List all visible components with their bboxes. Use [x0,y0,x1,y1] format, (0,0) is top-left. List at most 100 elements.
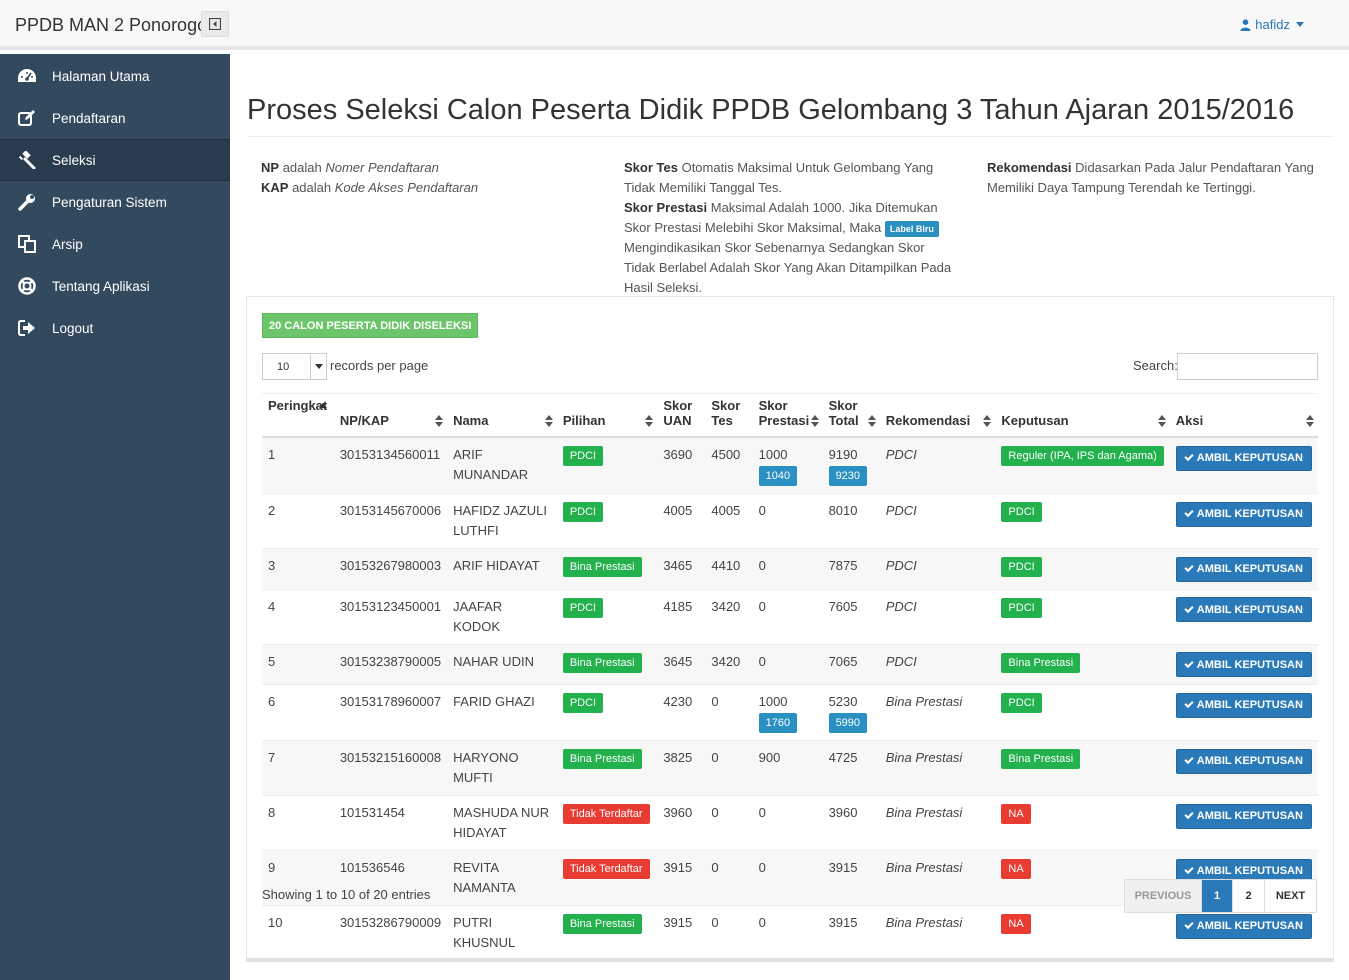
cell-pilihan: Tidak Terdaftar [556,850,658,906]
tes-value: 0 [711,915,719,930]
search-label: Search: [1133,358,1178,373]
check-icon [1184,658,1194,668]
tes-value: 0 [711,750,719,765]
th-aksi[interactable]: Aksi [1169,393,1318,438]
th-peringkat[interactable]: Peringkat [262,393,334,438]
header-label: Rekomendasi [885,413,971,428]
th-nama[interactable]: Nama [447,393,557,438]
sidebar-item-label: Tentang Aplikasi [52,278,150,294]
th-keputusan[interactable]: Keputusan [995,393,1170,438]
cell-keputusan: NA [995,905,1170,960]
cell-skor-prestasi: 0 [752,905,823,960]
sidebar-item-pendaftaran[interactable]: Pendaftaran [0,97,230,139]
cell-peringkat: 7 [262,740,334,796]
cell-nama: MASHUDA NUR HIDAYAT [447,795,557,851]
table-header-row: Peringkat NP/KAP Nama Pilihan Skor UAN Sk… [262,393,1318,438]
cell-nama: REVITA NAMANTA [447,850,557,906]
ambil-keputusan-button[interactable]: AMBIL KEPUTUSAN [1175,913,1312,939]
caret-down-icon [314,364,323,369]
cell-pilihan: Bina Prestasi [556,740,658,796]
sidebar-item-logout[interactable]: Logout [0,307,230,349]
pilihan-badge: PDCI [562,693,604,713]
cell-nama: JAAFAR KODOK [447,588,557,644]
cell-skor-prestasi: 0 [752,588,823,644]
sidebar-item-label: Seleksi [52,152,96,168]
sort-icon [1306,415,1315,427]
cell-nama: FARID GHAZI [447,684,557,741]
np-value: 30153267980003 [339,558,442,573]
th-skor-total[interactable]: Skor Total [822,393,880,438]
cell-pilihan: PDCI [556,684,658,741]
ambil-keputusan-button[interactable]: AMBIL KEPUTUSAN [1175,501,1312,527]
ambil-keputusan-button[interactable]: AMBIL KEPUTUSAN [1175,652,1312,677]
cell-skor-uan: 3465 [657,548,706,589]
cell-skor-total: 7605 [822,588,880,644]
ambil-keputusan-button[interactable]: AMBIL KEPUTUSAN [1175,445,1312,471]
rank-value: 5 [268,653,276,669]
username-label: hafidz [1255,17,1290,32]
np-value: 30153286790009 [339,915,442,930]
np-value: 101536546 [339,860,405,875]
th-skor-prestasi[interactable]: Skor Prestasi [752,393,823,438]
kap-definition: Kode Akses Pendaftaran [334,180,479,195]
tes-value: 4410 [711,558,741,573]
sidebar-item-halaman-utama[interactable]: Halaman Utama [0,55,230,97]
cell-skor-uan: 3825 [657,740,706,796]
ambil-keputusan-button[interactable]: AMBIL KEPUTUSAN [1175,556,1312,582]
sidebar-item-label: Pengaturan Sistem [52,194,167,210]
pagination-previous-button[interactable]: PREVIOUS [1125,880,1202,912]
brand-title[interactable]: PPDB MAN 2 Ponorogo [15,15,207,36]
check-icon [1184,698,1194,709]
cell-skor-prestasi: 0 [752,850,823,906]
sidebar-item-seleksi[interactable]: Seleksi [0,139,230,181]
top-navbar: PPDB MAN 2 Ponorogo hafidz [0,0,1349,50]
cell-skor-prestasi: 1000 1040 [752,436,823,494]
keputusan-badge: NA [1001,914,1031,934]
pagination-next-button[interactable]: NEXT [1265,880,1316,912]
th-skor-tes[interactable]: Skor Tes [705,393,753,438]
rank-value: 9 [268,860,276,875]
cell-skor-total-value: 3915 [828,915,858,930]
cell-rekomendasi: PDCI [879,588,996,644]
cell-peringkat: 4 [262,588,334,644]
ambil-keputusan-button[interactable]: AMBIL KEPUTUSAN [1175,803,1312,829]
th-pilihan[interactable]: Pilihan [556,393,658,438]
np-value: 30153123450001 [339,598,442,614]
sort-icon [810,415,820,427]
sidebar-item-arsip[interactable]: Arsip [0,223,230,265]
sidebar-toggle-button[interactable] [201,11,229,37]
page-length-select[interactable]: 10 [262,353,327,380]
ambil-keputusan-button[interactable]: AMBIL KEPUTUSAN [1175,692,1312,718]
cell-pilihan: Bina Prestasi [556,548,658,589]
cell-skor-prestasi: 0 [752,493,823,549]
uan-value: 4185 [663,598,693,614]
check-icon [1184,451,1194,462]
rekomendasi-value: Bina Prestasi [885,750,963,765]
cell-rekomendasi: Bina Prestasi [879,740,996,796]
cell-skor-tes: 0 [705,905,753,960]
rekomendasi-value: PDCI [885,653,917,669]
cell-skor-prestasi: 1000 1760 [752,684,823,741]
search-input[interactable] [1177,353,1318,380]
cell-skor-prestasi-value: 0 [758,558,766,573]
pagination-page-1[interactable]: 1 [1202,880,1233,912]
pilihan-badge: Bina Prestasi [562,749,642,769]
cell-peringkat: 5 [262,643,334,685]
candidate-count-button[interactable]: 20 CALON PESERTA DIDIK DISELEKSI [262,313,479,338]
user-menu[interactable]: hafidz [1240,17,1304,32]
ambil-keputusan-button[interactable]: AMBIL KEPUTUSAN [1175,597,1312,622]
pagination-page-2[interactable]: 2 [1233,880,1265,912]
cell-peringkat: 2 [262,493,334,549]
th-rekomendasi[interactable]: Rekomendasi [879,393,996,438]
sidebar-item-tentang-aplikasi[interactable]: Tentang Aplikasi [0,265,230,307]
action-label: AMBIL KEPUTUSAN [1196,658,1303,671]
check-icon [1184,507,1194,518]
cell-nama: HARYONO MUFTI [447,740,557,796]
ambil-keputusan-button[interactable]: AMBIL KEPUTUSAN [1175,748,1312,774]
cell-pilihan: PDCI [556,588,658,644]
cell-pilihan: Tidak Terdaftar [556,795,658,851]
th-skor-uan[interactable]: Skor UAN [657,393,706,438]
sidebar-item-pengaturan-sistem[interactable]: Pengaturan Sistem [0,181,230,223]
th-np-kap[interactable]: NP/KAP [333,393,448,438]
pilihan-badge: Bina Prestasi [562,652,642,673]
